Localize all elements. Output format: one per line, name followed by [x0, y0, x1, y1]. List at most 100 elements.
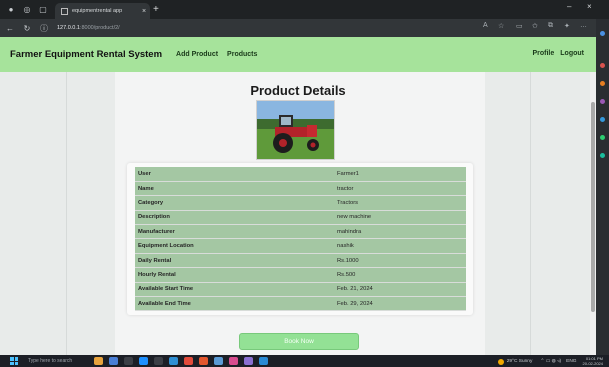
detail-value: mahindra [334, 224, 466, 240]
product-details-card: User Farmer1 Name tractor Category Tractors De… [127, 163, 473, 315]
book-now-button[interactable]: Book Now [239, 333, 359, 350]
detail-row: Description new machine [135, 210, 466, 226]
read-aloud-icon[interactable]: A [483, 22, 488, 29]
grid-divider [66, 72, 67, 355]
product-details-table: User Farmer1 Name tractor Category Tractors De… [135, 167, 466, 312]
app-icon[interactable] [169, 357, 178, 365]
detail-row: Category Tractors [135, 195, 466, 211]
detail-row: Available Start Time Feb. 21, 2024 [135, 282, 466, 298]
tab-actions-icon[interactable]: ▢ [38, 5, 48, 15]
nav-right-group: Profile Logout [526, 50, 584, 57]
edge-icon[interactable] [139, 357, 148, 365]
shopping-icon[interactable] [600, 63, 605, 68]
detail-label: Description [135, 210, 334, 226]
app-icon[interactable] [229, 357, 238, 365]
detail-value: Feb. 29, 2024 [334, 296, 466, 312]
new-tab-button[interactable]: + [153, 3, 159, 17]
detail-value: Tractors [334, 195, 466, 211]
tools-icon[interactable] [600, 81, 605, 86]
browser-tab[interactable]: equipmentrental app × [55, 3, 150, 19]
workspaces-icon[interactable]: ◎ [22, 5, 32, 15]
vscode-icon[interactable] [259, 357, 268, 365]
tab-favicon-icon [61, 7, 68, 15]
detail-value: Farmer1 [334, 167, 466, 182]
extensions-icon[interactable]: ✦ [564, 22, 570, 30]
detail-value: Rs.500 [334, 267, 466, 283]
nav-link-products[interactable]: Products [227, 51, 257, 58]
search-sidebar-icon[interactable] [600, 31, 605, 36]
detail-label: Name [135, 181, 334, 197]
detail-row: Hourly Rental Rs.500 [135, 267, 466, 283]
detail-value: new machine [334, 210, 466, 226]
start-icon[interactable] [10, 357, 18, 365]
task-view-icon[interactable] [94, 357, 103, 365]
chrome-icon[interactable] [184, 357, 193, 365]
back-icon[interactable]: ← [3, 24, 17, 33]
url-host: 127.0.0.1 [57, 25, 80, 31]
nav-link-add-product[interactable]: Add Product [176, 51, 218, 58]
favorite-star-icon[interactable]: ☆ [498, 22, 504, 30]
detail-value: Feb. 21, 2024 [334, 282, 466, 298]
nav-link-profile[interactable]: Profile [532, 50, 554, 57]
product-image [256, 100, 335, 160]
detail-label: Manufacturer [135, 224, 334, 240]
info-icon[interactable]: ⓘ [37, 23, 51, 34]
profile-icon[interactable]: ● [6, 5, 16, 15]
detail-row: User Farmer1 [135, 167, 466, 182]
close-window-icon[interactable]: × [587, 2, 592, 11]
tractor-photo [257, 101, 334, 159]
detail-row: Manufacturer mahindra [135, 224, 466, 240]
split-screen-icon[interactable]: ▭ [516, 22, 523, 30]
detail-label: Equipment Location [135, 238, 334, 254]
app-icon[interactable] [124, 357, 133, 365]
grid-divider [530, 72, 531, 355]
language-indicator[interactable]: ENG [566, 359, 576, 364]
games-icon[interactable] [600, 99, 605, 104]
detail-row: Name tractor [135, 181, 466, 197]
detail-row: Available End Time Feb. 29, 2024 [135, 296, 466, 312]
tab-title: equipmentrental app [72, 8, 123, 14]
nav-link-logout[interactable]: Logout [560, 50, 584, 57]
drop-icon[interactable] [600, 153, 605, 158]
url-field[interactable]: 127.0.0.1:8000/product/2/ [57, 25, 120, 31]
detail-value: nashik [334, 238, 466, 254]
detail-label: User [135, 167, 334, 182]
weather-text[interactable]: 29°C Sunny [507, 359, 533, 364]
minimize-icon[interactable]: – [567, 2, 571, 11]
scrollbar[interactable] [590, 72, 596, 355]
clock-date: 20-02-2024 [582, 360, 603, 366]
weather-icon[interactable] [497, 358, 504, 365]
more-menu-icon[interactable]: … [580, 22, 587, 29]
site-brand[interactable]: Farmer Equipment Rental System [10, 49, 162, 60]
taskbar-search[interactable]: Type here to search [28, 358, 88, 364]
detail-label: Category [135, 195, 334, 211]
detail-value: Rs.1000 [334, 253, 466, 269]
collections-icon[interactable]: ⧉ [548, 22, 553, 30]
url-path: :8000/product/2/ [79, 25, 120, 31]
app-icon[interactable] [154, 357, 163, 365]
app-icon[interactable] [199, 357, 208, 365]
scrollbar-thumb[interactable] [591, 102, 595, 312]
favorites-icon[interactable]: ✩ [532, 22, 538, 30]
site-navbar: Farmer Equipment Rental System Add Produ… [0, 37, 596, 72]
tray-icons[interactable]: ⌃ ▭ ◍ ◃) [540, 359, 561, 364]
page-title: Product Details [250, 83, 346, 98]
detail-row: Equipment Location nashik [135, 238, 466, 254]
outlook-icon[interactable] [600, 135, 605, 140]
detail-row: Daily Rental Rs.1000 [135, 253, 466, 269]
detail-value: tractor [334, 181, 466, 197]
web-page: Farmer Equipment Rental System Add Produ… [0, 37, 596, 355]
app-icon[interactable] [244, 357, 253, 365]
windows-taskbar: Type here to search 29°C Sunny ⌃ ▭ ◍ ◃) … [0, 355, 609, 367]
app-icon[interactable] [109, 357, 118, 365]
office-icon[interactable] [600, 117, 605, 122]
clock[interactable]: 01:01 PM 20-02-2024 [582, 356, 603, 366]
reload-icon[interactable]: ↻ [20, 24, 34, 33]
detail-label: Hourly Rental [135, 267, 334, 283]
system-tray: 29°C Sunny ⌃ ▭ ◍ ◃) ENG 01:01 PM 20-02-20… [497, 356, 603, 366]
detail-label: Available End Time [135, 296, 334, 312]
detail-label: Daily Rental [135, 253, 334, 269]
app-icon[interactable] [214, 357, 223, 365]
detail-label: Available Start Time [135, 282, 334, 298]
tab-close-icon[interactable]: × [138, 8, 150, 15]
